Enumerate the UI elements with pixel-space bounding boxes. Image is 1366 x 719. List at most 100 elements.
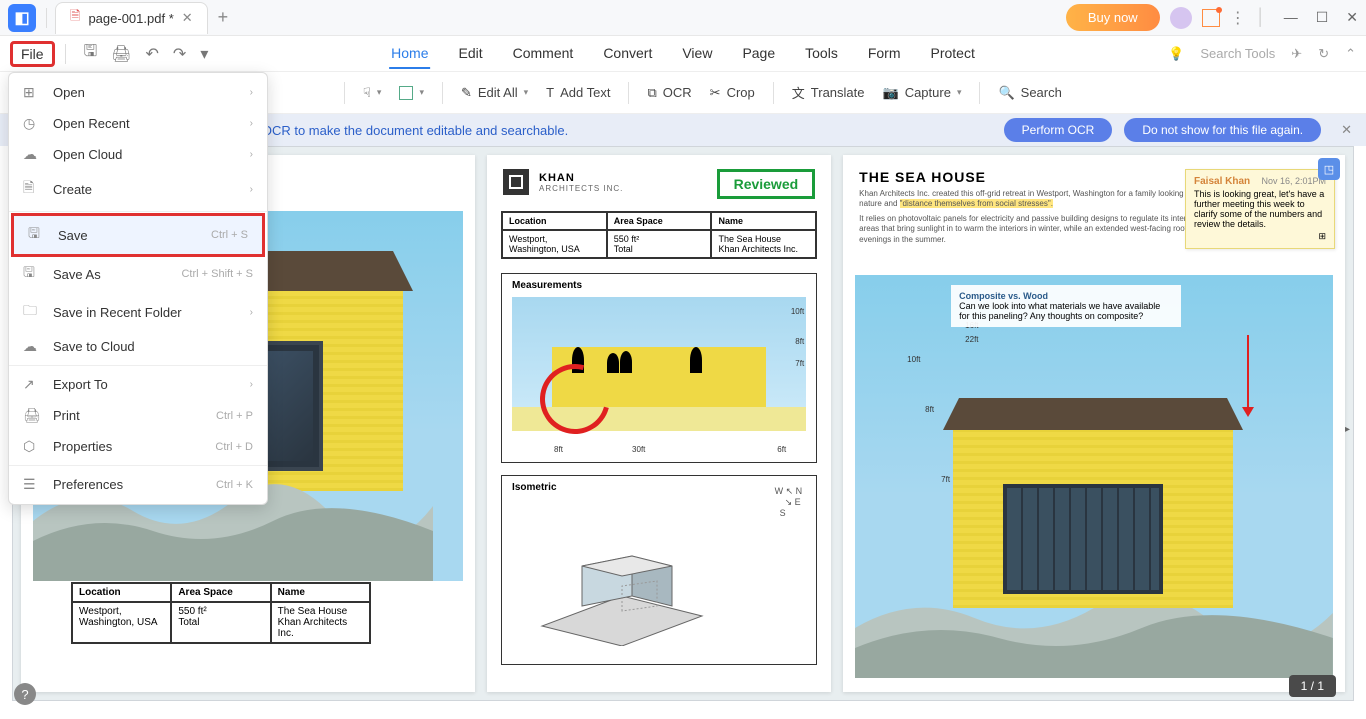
undo-icon[interactable]: ↶ [146,44,159,64]
cloud-up-icon: ☁ [23,338,41,355]
page3-render: 16ft 22ft 10ft 8ft 7ft [855,275,1333,678]
redo-icon[interactable]: ↷ [173,44,186,64]
tab-protect[interactable]: Protect [929,39,977,69]
person-silhouette [690,347,702,373]
more-icon[interactable]: ⋮ [1230,8,1246,28]
search-tools-input[interactable]: Search Tools [1200,46,1275,61]
pen-icon: ✎ [461,85,472,101]
menubar: File 🖫 🖨 ↶ ↷ ▾ Home Edit Comment Convert… [0,36,1366,72]
page1-info-table: Location Area Space Name Westport, Washi… [71,582,371,644]
divider [65,44,66,64]
tab-edit[interactable]: Edit [457,39,485,69]
person-silhouette [620,351,632,373]
stamp-icon: ☟ [363,85,371,101]
page2-info-table: Location Area Space Name Westport, Washi… [501,211,817,259]
stamp-tool[interactable]: ☟▾ [363,85,381,101]
pdf-icon: 🗎 [70,7,80,29]
app-logo[interactable]: ◧ [8,4,36,32]
shape-tool[interactable]: ▾ [399,86,424,100]
export-icon: ↗ [23,376,41,393]
search-button[interactable]: 🔍Search [998,85,1061,101]
separator [344,82,345,104]
file-menu-dropdown: ⊞Open› ◷Open Recent› ☁Open Cloud› 🗎Creat… [8,72,268,505]
plus-icon: ⊞ [23,84,41,101]
menu-separator [9,365,267,366]
send-icon[interactable]: ✈ [1291,46,1302,62]
sync-icon[interactable]: ↻ [1318,46,1329,62]
translate-icon: 文 [792,83,805,102]
close-window-button[interactable]: ✕ [1346,9,1358,26]
isometric-panel: Isometric W ↖ N ↘ E S [501,475,817,665]
tab-page[interactable]: Page [740,39,777,69]
minimize-button[interactable]: — [1284,9,1298,26]
save-icon[interactable]: 🖫 [84,40,98,67]
search-icon: 🔍 [998,85,1014,101]
menu-open-cloud[interactable]: ☁Open Cloud› [9,139,267,170]
scroll-right-handle[interactable]: ▸ [1345,424,1353,432]
menu-properties[interactable]: ⬡PropertiesCtrl + D [9,431,267,462]
bulb-icon[interactable]: 💡 [1168,46,1184,62]
comment-sticky-note[interactable]: Faisal Khan Nov 16, 2:01PM This is looki… [1185,169,1335,249]
menu-preferences[interactable]: ☰PreferencesCtrl + K [9,469,267,500]
folder-icon: 🗀 [23,300,41,324]
measurements-panel: Measurements 10ft 8ft 7ft 8ft 30ft 6ft [501,273,817,463]
pdf-page-2: KHAN ARCHITECTS INC. Reviewed Location A… [487,155,831,692]
tab-convert[interactable]: Convert [601,39,654,69]
notification-icon[interactable] [1202,9,1220,27]
menu-export[interactable]: ↗Export To› [9,369,267,400]
tab-comment[interactable]: Comment [511,39,576,69]
page2-header: KHAN ARCHITECTS INC. [503,169,623,195]
document-tab[interactable]: 🗎 page-001.pdf * ✕ [55,2,208,34]
ocr-button[interactable]: ⧉OCR [647,85,691,101]
menu-open-recent[interactable]: ◷Open Recent› [9,108,267,139]
user-avatar[interactable] [1170,7,1192,29]
red-arrow-annotation[interactable] [1247,335,1249,415]
tab-view[interactable]: View [680,39,714,69]
callout-annotation[interactable]: Composite vs. Wood Can we look into what… [951,285,1181,327]
menu-save-as[interactable]: 🖫Save AsCtrl + Shift + S [9,255,267,293]
menu-save[interactable]: 🖫SaveCtrl + S [11,213,265,257]
pdf-page-3: THE SEA HOUSE Khan Architects Inc. creat… [843,155,1345,692]
divider: │ [1256,9,1266,27]
tab-home[interactable]: Home [389,39,430,69]
new-tab-button[interactable]: + [218,7,229,28]
menu-open[interactable]: ⊞Open› [9,77,267,108]
menu-create[interactable]: 🗎Create› [9,170,267,208]
dismiss-ocr-button[interactable]: Do not show for this file again. [1124,118,1321,142]
tab-sep [46,8,47,28]
perform-ocr-button[interactable]: Perform OCR [1004,118,1113,142]
file-menu-button[interactable]: File [10,41,55,67]
translate-button[interactable]: 文Translate [792,83,865,102]
close-banner-icon[interactable]: ✕ [1341,122,1352,138]
isometric-drawing [522,506,722,646]
tab-form[interactable]: Form [866,39,903,69]
print-icon: 🖨 [23,407,41,424]
titlebar: ◧ 🗎 page-001.pdf * ✕ + Buy now ⋮ │ — ☐ ✕ [0,0,1366,36]
annotation-badge[interactable]: ◳ [1318,158,1340,180]
menu-separator [9,465,267,466]
edit-all-button[interactable]: ✎Edit All▾ [461,85,528,101]
close-tab-icon[interactable]: ✕ [182,10,193,26]
crop-button[interactable]: ✂Crop [710,85,755,101]
menu-save-recent[interactable]: 🗀Save in Recent Folder› [9,293,267,331]
buy-now-button[interactable]: Buy now [1066,4,1160,31]
maximize-button[interactable]: ☐ [1316,9,1329,26]
capture-button[interactable]: 📷Capture▾ [883,85,962,101]
shield-icon: ⬡ [23,438,41,455]
tab-tools[interactable]: Tools [803,39,840,69]
square-icon [399,86,413,100]
highlighted-text[interactable]: "distance themselves from social stresse… [900,199,1053,208]
add-text-button[interactable]: TAdd Text [546,85,610,100]
menu-save-cloud[interactable]: ☁Save to Cloud [9,331,267,362]
menu-separator [9,211,267,212]
qat-dropdown-icon[interactable]: ▾ [200,44,208,64]
reviewed-stamp[interactable]: Reviewed [717,169,816,199]
menu-print[interactable]: 🖨PrintCtrl + P [9,400,267,431]
print-icon[interactable]: 🖨 [111,44,131,64]
camera-icon: 📷 [883,85,899,101]
collapse-ribbon-icon[interactable]: ⌃ [1345,46,1356,62]
page-counter[interactable]: 1 / 1 [1289,675,1336,697]
help-button[interactable]: ? [14,683,36,705]
sliders-icon: ☰ [23,476,41,493]
comment-more-icon[interactable]: ⊞ [1318,231,1326,241]
